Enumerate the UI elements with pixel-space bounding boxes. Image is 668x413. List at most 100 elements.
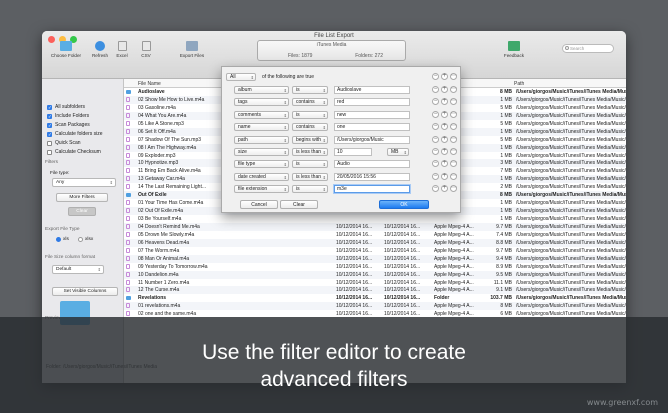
cancel-button[interactable]: Cancel [240,200,278,209]
add-rule-button[interactable]: + [441,135,448,143]
rule-operator-select[interactable]: begins with ⇕ [292,135,328,144]
rule-field-select[interactable]: file type ⇕ [234,160,289,169]
rule-operator-select-text: is [296,87,300,93]
cell-date2: 10/12/2014 16... [384,223,421,230]
remove-rule-button[interactable]: − [432,123,439,131]
rule-value-input[interactable]: Audioslave [334,86,410,94]
table-row[interactable]: 03 Be Yourself.m4a 1 MB/Users/giorgos/Mus… [124,215,626,223]
rule-field-select[interactable]: size ⇕ [234,148,289,156]
remove-rule-button[interactable]: − [432,98,439,106]
add-group-button[interactable]: ⋯ [450,148,457,155]
rule-operator-select[interactable]: is ⇕ [292,110,328,119]
add-rule-button[interactable]: + [441,172,448,180]
add-group-button[interactable]: ⋯ [450,86,457,93]
table-row[interactable]: 10 Dandelion.m4a 10/12/2014 16... 10/12/20… [124,270,626,279]
table-row[interactable]: 01 revelations.m4a 10/12/2014 16... 10/12/… [124,302,626,311]
add-rule-button[interactable]: + [441,160,448,168]
rule-value-input[interactable]: /Users/giorgos/Music [334,135,410,144]
ok-button[interactable]: OK [379,200,429,209]
csv-button[interactable]: CSV [134,41,158,58]
all-subfolders-checkbox[interactable]: ✓ All subfolders [47,104,85,110]
match-select[interactable]: All ⇕ [226,73,256,81]
search-input[interactable]: Search [562,44,614,53]
choose-folder-button[interactable]: Choose Folder [48,41,84,58]
rule-value-input[interactable]: one [334,123,410,132]
remove-rule-button[interactable]: − [432,73,439,80]
file-type-select[interactable]: Any ⇕ [52,178,116,187]
add-group-button[interactable]: ⋯ [450,185,457,193]
rule-field-select[interactable]: album ⇕ [234,86,289,94]
rule-unit-select[interactable]: MB ⇕ [387,148,409,156]
remove-rule-button[interactable]: − [432,110,439,118]
add-group-button[interactable]: ⋯ [450,123,457,131]
rule-value-input[interactable]: m3e [334,185,410,194]
add-group-button[interactable]: ⋯ [450,160,457,168]
calculate-folders-size-checkbox[interactable]: ✓ Calculate folders size [47,131,103,137]
more-filters-button[interactable]: More Filters [56,193,108,202]
clear-button[interactable]: Clear [68,207,96,216]
add-rule-button[interactable]: + [441,73,448,80]
xls-radio[interactable]: xls [56,237,69,242]
rule-operator-select[interactable]: is less than ⇕ [292,148,328,156]
table-row[interactable]: 12 The Curse.m4a 10/12/2014 16... 10/12/20… [124,286,626,295]
table-row[interactable]: 07 The Worm.m4a 10/12/2014 16... 10/12/201… [124,247,626,255]
cell-size: 1 MB [500,144,512,151]
rule-operator-select[interactable]: is ⇕ [292,185,328,194]
clear-filters-button[interactable]: Clear [280,200,318,209]
excel-button[interactable]: Excel [110,41,134,58]
remove-rule-button[interactable]: − [432,86,439,93]
rule-field-select[interactable]: file extension ⇕ [234,185,289,194]
rule-operator-select[interactable]: is ⇕ [292,160,328,169]
table-row[interactable]: 06 Heavens Dead.m4a 10/12/2014 16... 10/12… [124,238,626,247]
quick-scan-checkbox[interactable]: Quick Scan [47,140,81,146]
rule-field-select[interactable]: name ⇕ [234,123,289,132]
rule-operator-select[interactable]: is less than ⇕ [292,172,328,181]
add-rule-button[interactable]: + [441,110,448,118]
rule-operator-select[interactable]: contains ⇕ [292,98,328,107]
remove-rule-button[interactable]: − [432,148,439,155]
add-group-button[interactable]: ⋯ [450,172,457,180]
column-header-name[interactable]: File Name [138,81,161,87]
set-visible-columns-button[interactable]: Set Visible Columns [52,287,118,296]
rule-field-select[interactable]: comments ⇕ [234,110,289,119]
remove-rule-button[interactable]: − [432,185,439,193]
rule-value-input[interactable]: 10 [334,148,372,156]
add-rule-button[interactable]: + [441,148,448,155]
feedback-button[interactable]: Feedback [496,41,532,58]
rule-field-select[interactable]: path ⇕ [234,135,289,144]
rule-field-select[interactable]: date created ⇕ [234,172,289,181]
export-files-button[interactable]: Export Files [174,41,210,58]
table-row[interactable]: 04 Doesn't Remind Me.m4a 10/12/2014 16...… [124,222,626,231]
xlsx-radio[interactable]: xlsx [78,237,93,242]
calculate-checksum-checkbox[interactable]: Calculate Checksum [47,149,101,155]
remove-rule-button[interactable]: − [432,135,439,143]
add-group-button[interactable]: ⋯ [450,110,457,118]
size-format-select[interactable]: Default ⇕ [52,265,104,274]
folder-icon [60,41,72,51]
add-group-button[interactable]: ⋯ [450,73,457,80]
cell-path: /Users/giorgos/Music/iTunes/iTunes Media… [516,231,626,238]
rule-value-input[interactable]: new [334,110,410,119]
table-row[interactable]: 11 Number 1 Zero.m4a 10/12/2014 16... 10/1… [124,279,626,287]
rule-operator-select[interactable]: is ⇕ [292,86,328,94]
add-rule-button[interactable]: + [441,98,448,106]
add-rule-button[interactable]: + [441,123,448,131]
include-folders-checkbox[interactable]: ✓ Include Folders [47,113,89,119]
add-group-button[interactable]: ⋯ [450,98,457,106]
table-row[interactable]: 09 Yesterday To Tomorrow.m4a 10/12/2014 1… [124,263,626,271]
table-row[interactable]: Revelations 10/12/2014 16... 10/12/2014 16… [124,294,626,302]
table-row[interactable]: 08 Man Or Animal.m4a 10/12/2014 16... 10/1… [124,254,626,263]
add-rule-button[interactable]: + [441,185,448,193]
scan-packages-checkbox[interactable]: ✓ Scan Packages [47,122,90,128]
add-rule-button[interactable]: + [441,86,448,93]
rule-value-input[interactable]: red [334,98,410,107]
table-row[interactable]: 05 Drown Me Slowly.m4a 10/12/2014 16... 10… [124,231,626,239]
remove-rule-button[interactable]: − [432,160,439,168]
rule-value-input[interactable]: Audio [334,160,410,169]
rule-value-input[interactable]: 20/05/2016 15:56 [334,172,410,181]
remove-rule-button[interactable]: − [432,172,439,180]
rule-operator-select[interactable]: contains ⇕ [292,123,328,132]
rule-field-select[interactable]: tags ⇕ [234,98,289,107]
add-group-button[interactable]: ⋯ [450,135,457,143]
column-header-path[interactable]: Path [514,81,524,87]
